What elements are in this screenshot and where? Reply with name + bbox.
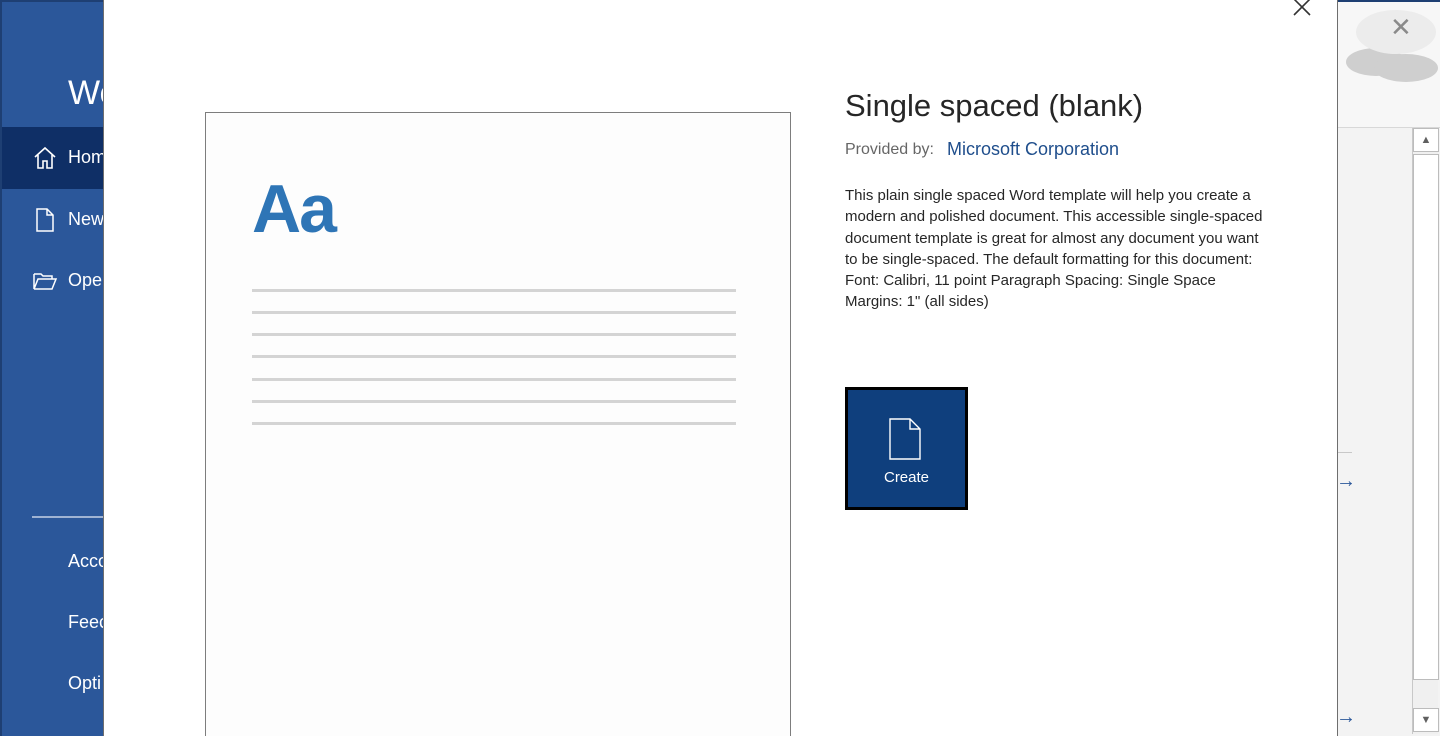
provided-by-label: Provided by:: [845, 141, 934, 158]
template-dialog: Aa Single spaced (blank) Provided by: Mi…: [103, 0, 1338, 736]
new-document-icon: [36, 208, 54, 232]
background-close-icon[interactable]: ✕: [1390, 12, 1412, 43]
preview-line: [252, 422, 736, 425]
document-icon: [889, 418, 921, 460]
background-banner: ✕: [1336, 2, 1440, 128]
create-label: Create: [883, 469, 930, 486]
preview-line: [252, 311, 736, 314]
app-title: We: [68, 74, 104, 112]
arrow-right-icon[interactable]: →: [1336, 470, 1356, 493]
preview-line: [252, 333, 736, 336]
scroll-down-button[interactable]: ▼: [1413, 708, 1439, 732]
sidebar-item-account[interactable]: Acco: [68, 551, 104, 572]
preview-aa-glyph: Aa: [252, 171, 337, 247]
preview-line: [252, 400, 736, 403]
sidebar-item-home[interactable]: Hom: [2, 127, 104, 189]
template-preview: Aa: [205, 112, 791, 736]
home-icon: [34, 146, 56, 169]
sidebar-divider: [32, 516, 104, 518]
sidebar-item-feedback[interactable]: Feec: [68, 612, 104, 633]
close-icon[interactable]: [1289, 0, 1315, 20]
arrow-right-icon[interactable]: →: [1336, 706, 1356, 729]
sidebar-item-label: New: [68, 209, 104, 229]
backstage-sidebar: We Hom New Ope Acco Feec Opti: [0, 0, 104, 736]
background-divider: [1336, 452, 1352, 453]
sidebar-item-new[interactable]: New: [2, 189, 104, 251]
provider-link[interactable]: Microsoft Corporation: [947, 139, 1119, 160]
create-button[interactable]: Create: [845, 387, 968, 510]
cloud-decoration-icon: [1346, 10, 1438, 82]
preview-line: [252, 289, 736, 292]
preview-line: [252, 355, 736, 358]
open-folder-icon: [33, 273, 58, 290]
sidebar-item-open[interactable]: Ope: [2, 250, 104, 312]
vertical-scrollbar[interactable]: ▲ ▼: [1412, 128, 1439, 734]
template-title: Single spaced (blank): [845, 88, 1144, 123]
scroll-thumb[interactable]: [1413, 154, 1439, 680]
sidebar-item-label: Ope: [68, 270, 103, 290]
sidebar-item-options[interactable]: Opti: [68, 673, 101, 694]
sidebar-item-label: Hom: [68, 147, 104, 167]
template-description: This plain single spaced Word template w…: [845, 187, 1263, 311]
scroll-up-button[interactable]: ▲: [1413, 128, 1439, 152]
preview-line: [252, 378, 736, 381]
